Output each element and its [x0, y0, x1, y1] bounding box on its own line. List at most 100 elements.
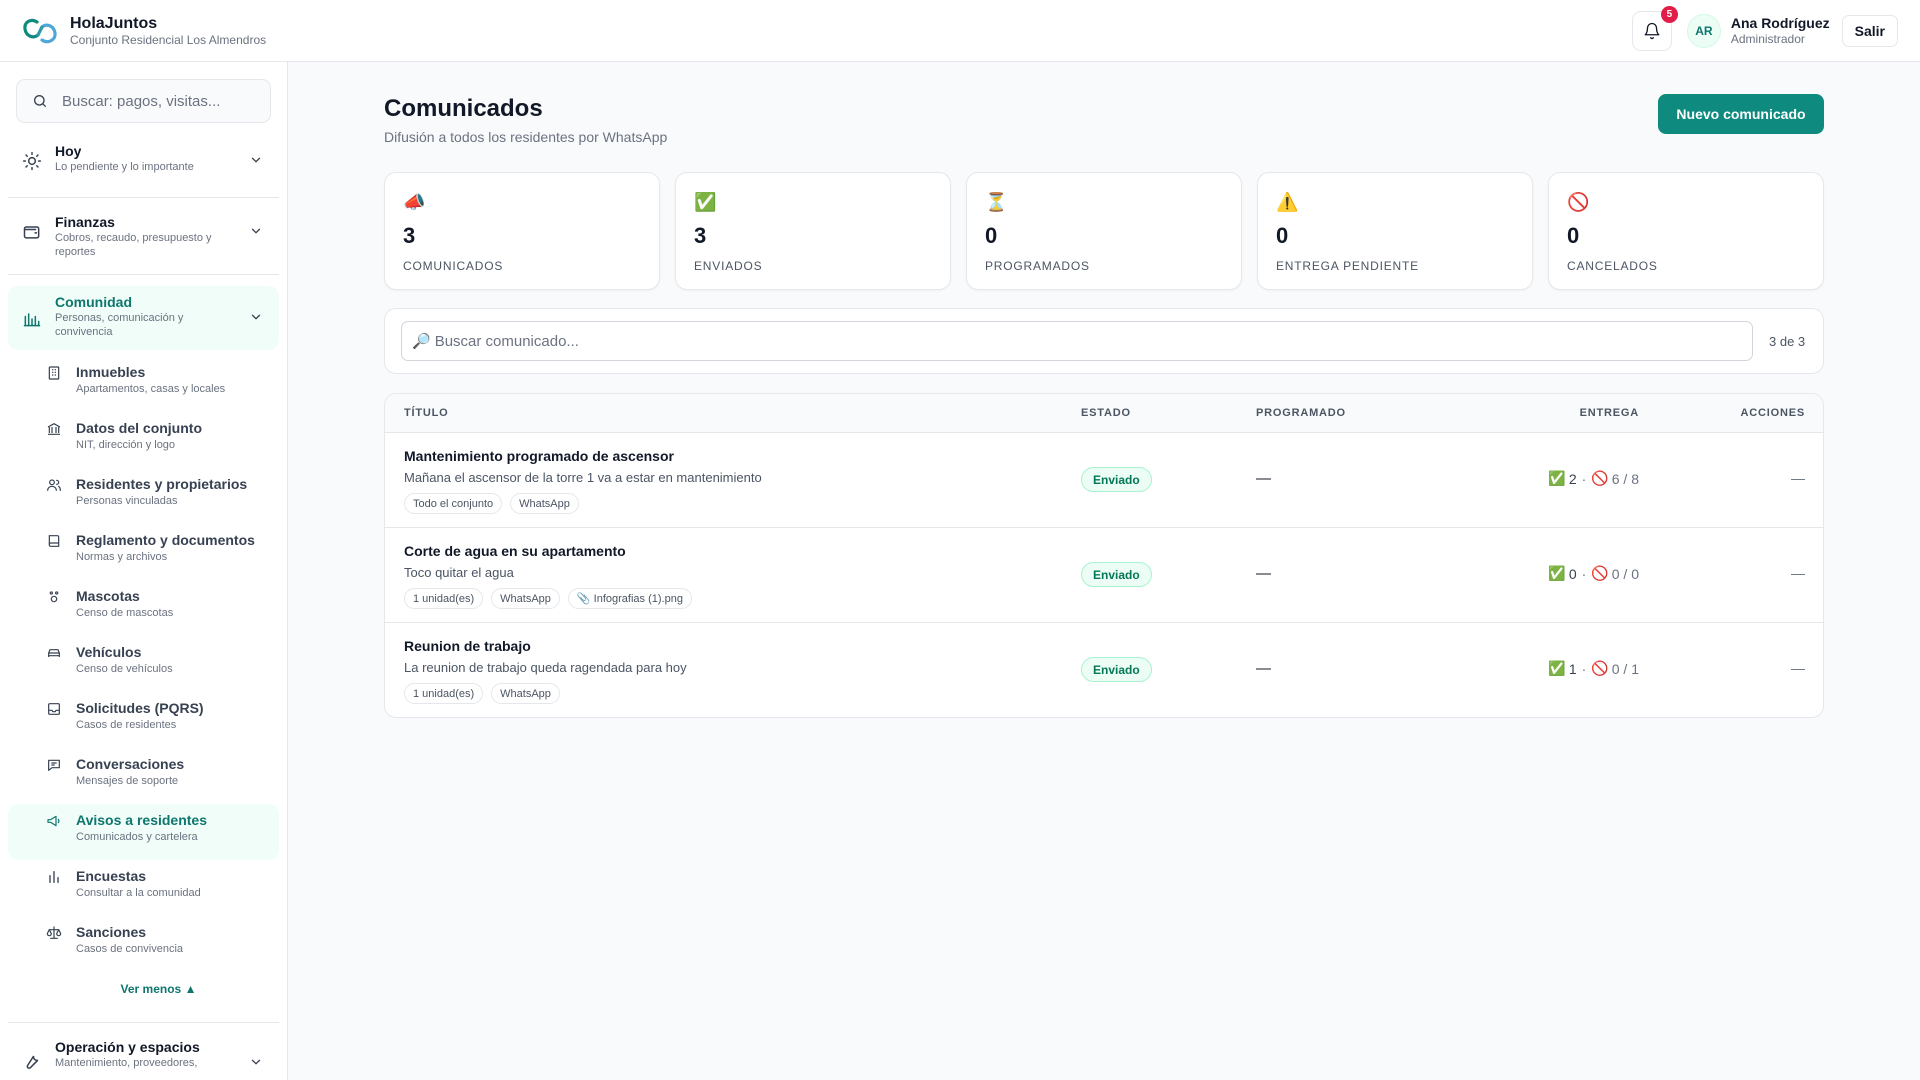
nav-group-finanzas[interactable]: Finanzas Cobros, recaudo, presupuesto y … — [0, 214, 287, 264]
sidebar-item-sublabel: Personas vinculadas — [76, 495, 178, 507]
sidebar-item-label: Residentes y propietarios — [76, 476, 248, 492]
row-actions: — — [1791, 660, 1805, 676]
sidebar-item-residentes[interactable]: Residentes y propietarios Personas vincul… — [0, 468, 287, 524]
sidebar-item-label: Datos del conjunto — [76, 420, 202, 436]
stat-card-entrega-pendiente: ⚠️ 0 ENTREGA PENDIENTE — [1257, 172, 1533, 290]
megaphone-icon: 📣 — [403, 192, 426, 212]
scale-icon — [46, 926, 62, 939]
failed-ratio: 0 / 0 — [1611, 565, 1639, 582]
sidebar-item-datos-conjunto[interactable]: Datos del conjunto NIT, dirección y logo — [0, 412, 287, 468]
stat-value: 0 — [1276, 223, 1289, 248]
sidebar-item-sanciones[interactable]: Sanciones Casos de convivencia — [0, 916, 287, 972]
nav-group-subtitle: Personas, comunicación y convivencia — [55, 312, 184, 338]
table-row[interactable]: Reunion de trabajo La reunion de trabajo… — [385, 623, 1823, 717]
sidebar-item-sublabel: Casos de convivencia — [76, 943, 184, 955]
column-header-estado[interactable]: ESTADO — [1081, 407, 1131, 419]
column-header-entrega[interactable]: ENTREGA — [1580, 407, 1639, 419]
sidebar-item-encuestas[interactable]: Encuestas Consultar a la comunidad — [0, 860, 287, 916]
user-role: Administrador — [1730, 32, 1805, 46]
users-icon — [47, 479, 61, 491]
sidebar-item-sublabel: Casos de residentes — [76, 719, 177, 731]
sidebar-item-avisos[interactable]: Avisos a residentes Comunicados y cartele… — [8, 804, 279, 860]
announcement-tags: Todo el conjunto WhatsApp — [404, 493, 579, 514]
chart-icon — [49, 871, 59, 883]
column-header-titulo[interactable]: TÍTULO — [404, 407, 449, 419]
results-count: 3 de 3 — [1769, 333, 1806, 349]
sidebar-search[interactable] — [16, 79, 271, 123]
nav-group-title: Operación y espacios — [55, 1039, 200, 1055]
attachment-tag[interactable]: 📎 Infografias (1).png — [567, 588, 692, 609]
table-row[interactable]: Corte de agua en su apartamento Toco qui… — [385, 528, 1823, 623]
announcement-search-field[interactable]: 🔎 — [401, 321, 1753, 361]
ver-menos-link[interactable]: Ver menos ▲ — [0, 982, 287, 996]
stat-card-programados: ⏳ 0 PROGRAMADOS — [966, 172, 1242, 290]
community-icon — [23, 313, 41, 327]
chevron-down-icon — [251, 314, 261, 320]
audience-tag: 1 unidad(es) — [404, 683, 484, 704]
sidebar-item-sublabel: Mensajes de soporte — [76, 775, 179, 787]
sidebar-item-vehiculos[interactable]: Vehículos Censo de vehículos — [0, 636, 287, 692]
nav-group-subtitle: Lo pendiente y lo importante — [55, 161, 194, 173]
sun-icon — [22, 151, 42, 171]
announcement-search-input[interactable] — [434, 332, 1635, 350]
row-actions: — — [1791, 565, 1805, 581]
chat-icon — [48, 759, 60, 771]
table-row[interactable]: Mantenimiento programado de ascensor Mañ… — [385, 433, 1823, 528]
delivery-summary: ✅ 2 · 🚫 6 / 8 — [1548, 470, 1639, 487]
chevron-down-icon — [251, 228, 261, 234]
nav-group-hoy[interactable]: Hoy Lo pendiente y lo importante — [0, 143, 287, 183]
comunidad-submenu: Inmuebles Apartamentos, casas y locales D… — [0, 356, 287, 996]
delivery-summary: ✅ 1 · 🚫 0 / 1 — [1548, 660, 1639, 677]
sidebar-item-sublabel: NIT, dirección y logo — [76, 439, 176, 451]
announcement-title[interactable]: Mantenimiento programado de ascensor — [404, 448, 674, 464]
delivered-count: 2 — [1568, 470, 1577, 487]
megaphone-icon — [47, 815, 60, 827]
bank-icon — [47, 422, 61, 435]
divider — [8, 197, 279, 198]
scheduled-value: — — [1256, 565, 1271, 582]
sidebar-item-conversaciones[interactable]: Conversaciones Mensajes de soporte — [0, 748, 287, 804]
table-header: TÍTULO ESTADO PROGRAMADO ENTREGA ACCIONE… — [385, 394, 1823, 433]
stat-card-enviados: ✅ 3 ENVIADOS — [675, 172, 951, 290]
sidebar-item-reglamento[interactable]: Reglamento y documentos Normas y archivos — [0, 524, 287, 580]
announcements-table: TÍTULO ESTADO PROGRAMADO ENTREGA ACCIONE… — [384, 393, 1824, 718]
user-info[interactable]: Ana Rodríguez Administrador — [1731, 15, 1830, 47]
sidebar-item-sublabel: Comunicados y cartelera — [76, 831, 198, 843]
nav-group-title: Finanzas — [55, 214, 115, 230]
nav-group-comunidad[interactable]: Comunidad Personas, comunicación y convi… — [8, 286, 279, 350]
sidebar-item-mascotas[interactable]: Mascotas Censo de mascotas — [0, 580, 287, 636]
announcement-description: La reunion de trabajo queda ragendada pa… — [404, 660, 687, 675]
column-header-acciones: ACCIONES — [1740, 407, 1805, 419]
channel-tag: WhatsApp — [510, 493, 579, 514]
wrench-icon — [26, 1055, 39, 1069]
audience-tag: Todo el conjunto — [404, 493, 503, 514]
building-icon — [48, 366, 60, 380]
nav-group-operacion[interactable]: Operación y espacios Mantenimiento, prov… — [0, 1039, 287, 1079]
channel-tag: WhatsApp — [491, 588, 560, 609]
announcement-title[interactable]: Corte de agua en su apartamento — [404, 543, 626, 559]
avatar[interactable]: AR — [1686, 14, 1721, 48]
brand[interactable]: HolaJuntos Conjunto Residencial Los Alme… — [0, 14, 266, 48]
sidebar-item-sublabel: Censo de vehículos — [76, 663, 173, 675]
stat-card-cancelados: 🚫 0 CANCELADOS — [1548, 172, 1824, 290]
column-header-programado[interactable]: PROGRAMADO — [1256, 407, 1346, 419]
sidebar-search-input[interactable] — [62, 92, 252, 110]
prohibited-icon: 🚫 — [1591, 470, 1609, 486]
sidebar-item-label: Encuestas — [76, 868, 147, 884]
announcement-description: Mañana el ascensor de la torre 1 va a es… — [404, 470, 762, 485]
nav-group-subtitle: Cobros, recaudo, presupuesto y reportes — [55, 232, 212, 258]
prohibited-icon: 🚫 — [1591, 565, 1609, 581]
announcement-title[interactable]: Reunion de trabajo — [404, 638, 531, 654]
sidebar-item-sublabel: Apartamentos, casas y locales — [76, 383, 226, 395]
logout-button[interactable]: Salir — [1841, 15, 1898, 47]
stat-label: CANCELADOS — [1567, 259, 1658, 273]
check-icon: ✅ — [1548, 660, 1566, 676]
sidebar-item-inmuebles[interactable]: Inmuebles Apartamentos, casas y locales — [0, 356, 287, 412]
sidebar-item-solicitudes[interactable]: Solicitudes (PQRS) Casos de residentes — [0, 692, 287, 748]
sidebar: Hoy Lo pendiente y lo importante Finanza… — [0, 62, 288, 1080]
notifications-button[interactable]: 5 — [1631, 6, 1678, 51]
sidebar-item-label: Reglamento y documentos — [76, 532, 255, 548]
new-announcement-button[interactable]: Nuevo comunicado — [1658, 94, 1824, 134]
user-name: Ana Rodríguez — [1730, 15, 1830, 31]
top-bar: HolaJuntos Conjunto Residencial Los Alme… — [0, 0, 1920, 62]
